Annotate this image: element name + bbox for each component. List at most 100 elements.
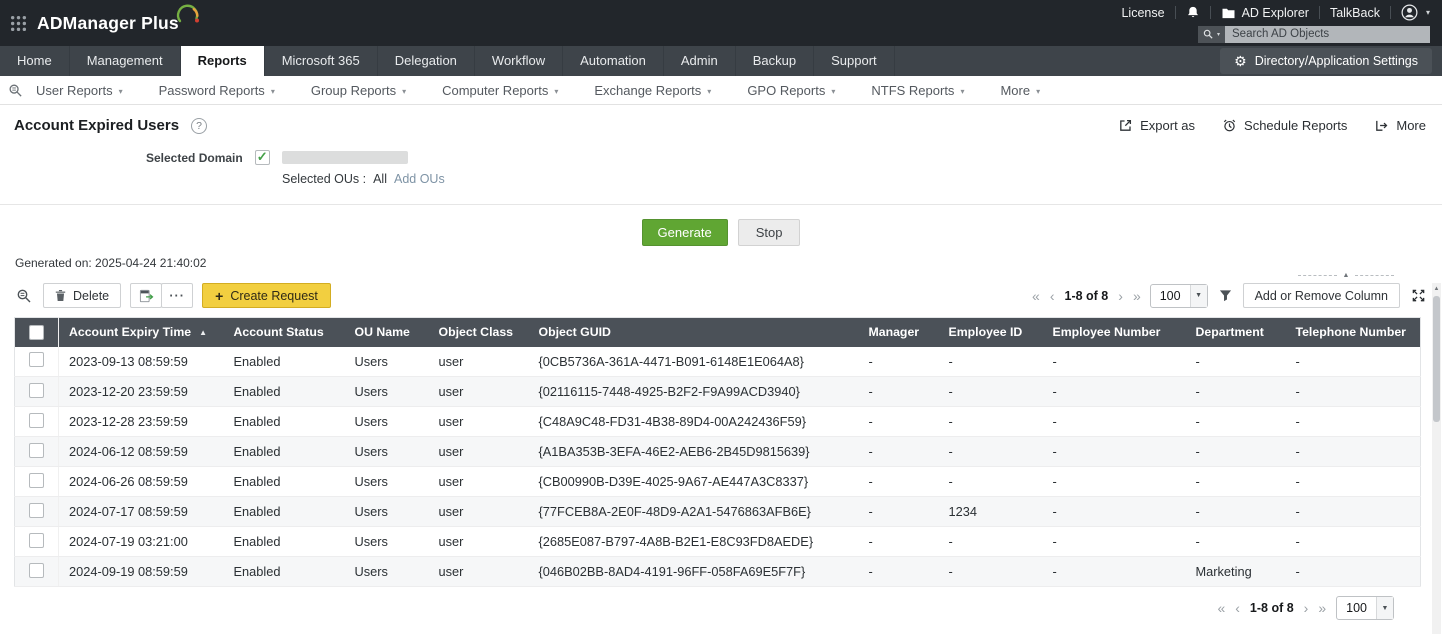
ad-explorer-link[interactable]: AD Explorer	[1221, 6, 1309, 20]
prev-page-button[interactable]: ‹	[1235, 601, 1240, 615]
next-page-button[interactable]: ›	[1118, 289, 1123, 303]
table-cell: Users	[345, 347, 429, 377]
report-menu-password-reports[interactable]: Password Reports▾	[159, 83, 275, 98]
report-menu-group-reports[interactable]: Group Reports▾	[311, 83, 406, 98]
table-cell: -	[939, 527, 1043, 557]
column-header-account-status[interactable]: Account Status	[224, 318, 345, 347]
row-checkbox[interactable]	[29, 352, 44, 367]
table-cell: -	[859, 407, 939, 437]
tab-automation[interactable]: Automation	[563, 46, 664, 76]
selected-domain-value-redacted[interactable]	[282, 151, 408, 164]
search-scope-button[interactable]: ▾	[1198, 26, 1225, 43]
more-actions-button[interactable]: More	[1374, 118, 1426, 133]
table-cell: -	[1186, 527, 1286, 557]
tab-delegation[interactable]: Delegation	[378, 46, 475, 76]
report-menu-exchange-reports[interactable]: Exchange Reports▾	[594, 83, 711, 98]
expand-icon[interactable]	[1409, 288, 1428, 303]
column-header-manager[interactable]: Manager	[859, 318, 939, 347]
domain-checkbox[interactable]	[255, 150, 270, 165]
chevron-down-icon: ▾	[1036, 87, 1040, 96]
row-checkbox[interactable]	[29, 443, 44, 458]
scroll-thumb[interactable]	[1433, 296, 1440, 422]
pagination-range: 1-8 of 8	[1250, 601, 1294, 615]
license-link[interactable]: License	[1121, 6, 1164, 20]
page-size-select[interactable]: 100 ▼	[1336, 596, 1394, 620]
generate-button[interactable]: Generate	[642, 219, 728, 246]
more-icon	[1374, 118, 1389, 133]
page-size-select[interactable]: 100 ▼	[1150, 284, 1208, 308]
chevron-down-icon: ▾	[554, 87, 558, 96]
row-checkbox[interactable]	[29, 413, 44, 428]
create-request-button[interactable]: + Create Request	[202, 283, 331, 308]
tab-support[interactable]: Support	[814, 46, 895, 76]
vertical-scrollbar[interactable]: ▲	[1432, 283, 1441, 634]
table-cell: -	[1043, 557, 1186, 587]
prev-page-button[interactable]: ‹	[1050, 289, 1055, 303]
first-page-button[interactable]: «	[1217, 601, 1225, 615]
app-grid-icon[interactable]	[10, 15, 27, 32]
table-cell: 2024-09-19 08:59:59	[59, 557, 224, 587]
row-checkbox[interactable]	[29, 473, 44, 488]
report-search-icon[interactable]	[8, 83, 23, 98]
nav-tabs: HomeManagementReportsMicrosoft 365Delega…	[0, 46, 895, 76]
column-header-object-guid[interactable]: Object GUID	[529, 318, 859, 347]
column-header-account-expiry-time[interactable]: Account Expiry Time▲	[59, 318, 224, 347]
stop-button[interactable]: Stop	[738, 219, 801, 246]
tab-home[interactable]: Home	[0, 46, 70, 76]
talkback-link[interactable]: TalkBack	[1330, 6, 1380, 20]
report-menu-gpo-reports[interactable]: GPO Reports▾	[747, 83, 835, 98]
tab-admin[interactable]: Admin	[664, 46, 736, 76]
first-page-button[interactable]: «	[1032, 289, 1040, 303]
export-as-button[interactable]: Export as	[1118, 118, 1195, 133]
search-input[interactable]	[1225, 26, 1430, 43]
report-table: Account Expiry Time▲Account StatusOU Nam…	[14, 317, 1421, 587]
last-page-button[interactable]: »	[1133, 289, 1141, 303]
select-all-cell	[15, 318, 59, 347]
more-table-actions-button[interactable]: ···	[161, 283, 193, 308]
row-checkbox[interactable]	[29, 533, 44, 548]
table-row: 2023-12-28 23:59:59EnabledUsersuser{C48A…	[15, 407, 1421, 437]
column-search-icon[interactable]	[14, 288, 34, 304]
directory-application-settings-button[interactable]: ⚙ Directory/Application Settings	[1220, 48, 1432, 74]
column-header-department[interactable]: Department	[1186, 318, 1286, 347]
divider	[1390, 6, 1391, 19]
collapse-caret-icon: ▲	[1343, 272, 1350, 279]
last-page-button[interactable]: »	[1318, 601, 1326, 615]
table-cell: user	[429, 527, 529, 557]
app-name: ADManager Plus	[37, 13, 179, 34]
tab-management[interactable]: Management	[70, 46, 181, 76]
column-header-ou-name[interactable]: OU Name	[345, 318, 429, 347]
tab-backup[interactable]: Backup	[736, 46, 814, 76]
filter-icon[interactable]	[1217, 289, 1234, 302]
tab-workflow[interactable]: Workflow	[475, 46, 563, 76]
scroll-up-icon[interactable]: ▲	[1432, 283, 1441, 294]
column-header-object-class[interactable]: Object Class	[429, 318, 529, 347]
add-ous-link[interactable]: Add OUs	[394, 172, 445, 186]
table-cell: Users	[345, 407, 429, 437]
chevron-down-icon: ▾	[1217, 31, 1220, 38]
user-menu-button[interactable]: ▾	[1401, 4, 1430, 21]
column-header-employee-id[interactable]: Employee ID	[939, 318, 1043, 347]
report-menu-ntfs-reports[interactable]: NTFS Reports▾	[871, 83, 964, 98]
report-menu-user-reports[interactable]: User Reports▾	[36, 83, 123, 98]
row-checkbox[interactable]	[29, 503, 44, 518]
add-remove-column-button[interactable]: Add or Remove Column	[1243, 283, 1400, 308]
delete-button[interactable]: Delete	[43, 283, 121, 308]
select-all-checkbox[interactable]	[29, 325, 44, 340]
report-menu-more[interactable]: More▾	[1000, 83, 1040, 98]
row-checkbox[interactable]	[29, 563, 44, 578]
export-table-button[interactable]	[130, 283, 162, 308]
next-page-button[interactable]: ›	[1304, 601, 1309, 615]
column-header-employee-number[interactable]: Employee Number	[1043, 318, 1186, 347]
tab-reports[interactable]: Reports	[181, 46, 265, 76]
panel-collapse-handle[interactable]: ▲	[1298, 272, 1394, 279]
tab-microsoft-365[interactable]: Microsoft 365	[265, 46, 378, 76]
notifications-button[interactable]	[1186, 5, 1200, 20]
report-menu-computer-reports[interactable]: Computer Reports▾	[442, 83, 558, 98]
row-checkbox[interactable]	[29, 383, 44, 398]
table-cell: Enabled	[224, 377, 345, 407]
app-logo: ADManager Plus	[37, 13, 201, 34]
help-icon[interactable]: ?	[191, 118, 207, 134]
column-header-telephone-number[interactable]: Telephone Number	[1286, 318, 1421, 347]
schedule-reports-button[interactable]: Schedule Reports	[1222, 118, 1347, 133]
